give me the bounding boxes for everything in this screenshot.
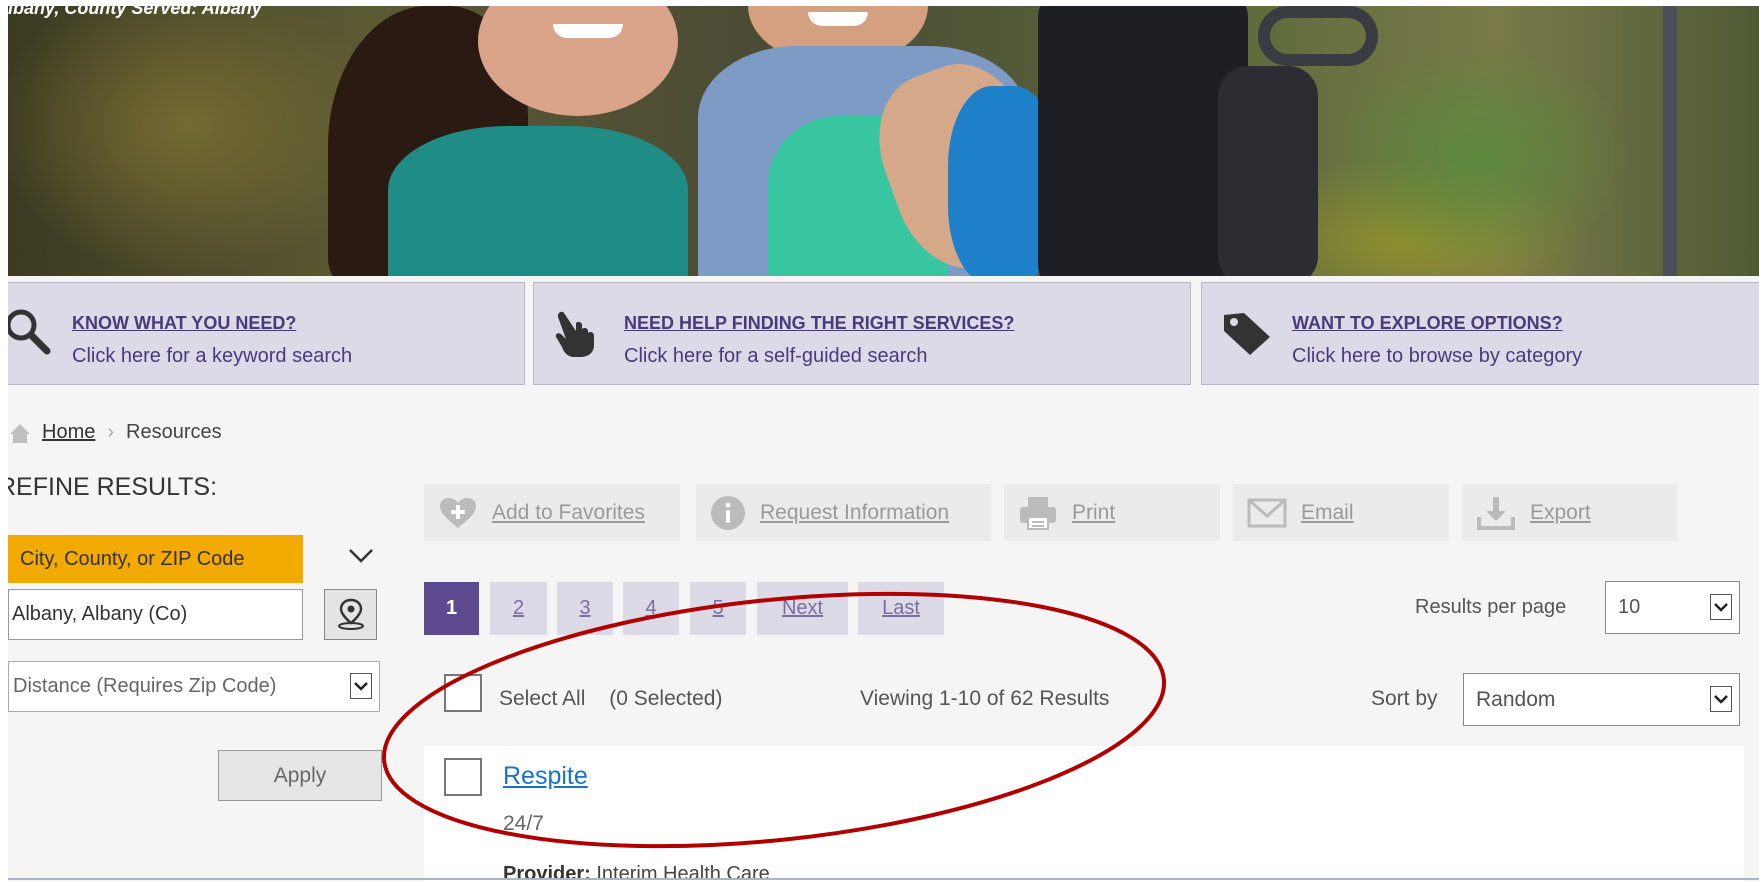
location-input[interactable]: Albany, Albany (Co): [8, 589, 303, 640]
chevron-down-icon[interactable]: [346, 540, 376, 570]
location-tab[interactable]: City, County, or ZIP Code: [8, 535, 303, 583]
keyword-search-title[interactable]: KNOW WHAT YOU NEED?: [72, 313, 296, 334]
export-label[interactable]: Export: [1530, 501, 1591, 525]
request-information-label[interactable]: Request Information: [760, 501, 949, 525]
breadcrumb-current: Resources: [126, 421, 222, 443]
sort-select[interactable]: Random: [1463, 673, 1740, 726]
printer-icon: [1018, 495, 1058, 531]
breadcrumb: Home › Resources: [8, 421, 222, 444]
email-button[interactable]: Email: [1233, 484, 1449, 541]
breadcrumb-home-link[interactable]: Home: [42, 421, 95, 444]
add-to-favorites-button[interactable]: Add to Favorites: [424, 484, 680, 541]
viewing-results-count: Viewing 1-10 of 62 Results: [860, 687, 1110, 710]
page-2-button[interactable]: 2: [490, 582, 547, 635]
guided-search-title[interactable]: NEED HELP FINDING THE RIGHT SERVICES?: [624, 313, 1014, 334]
hero-image: lbany, County Served: Albany: [8, 6, 1759, 276]
select-all-label[interactable]: Select All (0 Selected): [499, 687, 722, 711]
export-button[interactable]: Export: [1462, 484, 1678, 541]
pointing-hand-icon: [552, 309, 602, 364]
page-3-button[interactable]: 3: [557, 582, 613, 635]
selected-count: (0 Selected): [609, 687, 723, 710]
apply-button[interactable]: Apply: [218, 750, 382, 801]
envelope-icon: [1247, 498, 1287, 528]
keyword-search-subtitle[interactable]: Click here for a keyword search: [72, 345, 352, 368]
results-per-page-label: Results per page: [1415, 596, 1567, 618]
guided-search-subtitle[interactable]: Click here for a self-guided search: [624, 345, 927, 368]
guided-search-option[interactable]: NEED HELP FINDING THE RIGHT SERVICES? Cl…: [533, 282, 1191, 385]
request-information-button[interactable]: Request Information: [696, 484, 991, 541]
page: lbany, County Served: Albany KNOW WHAT Y…: [8, 6, 1759, 882]
breadcrumb-separator-icon: ›: [107, 421, 115, 443]
tag-icon: [1220, 309, 1272, 362]
browse-category-option[interactable]: WANT TO EXPLORE OPTIONS? Click here to b…: [1201, 282, 1759, 385]
chevron-down-icon[interactable]: [1710, 686, 1732, 712]
sort-by-label: Sort by: [1371, 687, 1438, 710]
next-page-button[interactable]: Next: [757, 582, 848, 635]
print-label[interactable]: Print: [1072, 501, 1115, 525]
print-button[interactable]: Print: [1004, 484, 1220, 541]
result-title-link[interactable]: Respite: [503, 762, 588, 791]
page-1-button[interactable]: 1: [424, 582, 479, 635]
add-to-favorites-label[interactable]: Add to Favorites: [492, 501, 645, 525]
result-card: [424, 746, 1744, 882]
page-5-button[interactable]: 5: [690, 582, 746, 635]
home-icon[interactable]: [8, 422, 32, 444]
browse-category-subtitle[interactable]: Click here to browse by category: [1292, 345, 1582, 368]
refine-results-heading: REFINE RESULTS:: [8, 473, 218, 501]
page-4-button[interactable]: 4: [623, 582, 679, 635]
magnifier-icon: [8, 307, 51, 360]
map-pin-icon: [337, 598, 365, 635]
browse-category-title[interactable]: WANT TO EXPLORE OPTIONS?: [1292, 313, 1563, 334]
chevron-down-icon[interactable]: [350, 673, 372, 699]
hero-caption: lbany, County Served: Albany: [8, 6, 262, 18]
distance-select[interactable]: Distance (Requires Zip Code): [8, 661, 380, 712]
heart-plus-icon: [438, 496, 478, 530]
result-hours: 24/7: [503, 812, 544, 835]
result-checkbox[interactable]: [444, 758, 482, 796]
select-all-text: Select All: [499, 687, 586, 710]
use-my-location-button[interactable]: [324, 589, 377, 640]
info-icon: [710, 495, 746, 531]
download-icon: [1476, 495, 1516, 531]
last-page-button[interactable]: Last: [858, 582, 944, 635]
keyword-search-option[interactable]: KNOW WHAT YOU NEED? Click here for a key…: [8, 282, 525, 385]
email-label[interactable]: Email: [1301, 501, 1354, 525]
select-all-checkbox[interactable]: [444, 674, 482, 712]
window-bottom-border: [8, 878, 1759, 880]
chevron-down-icon[interactable]: [1710, 594, 1732, 620]
